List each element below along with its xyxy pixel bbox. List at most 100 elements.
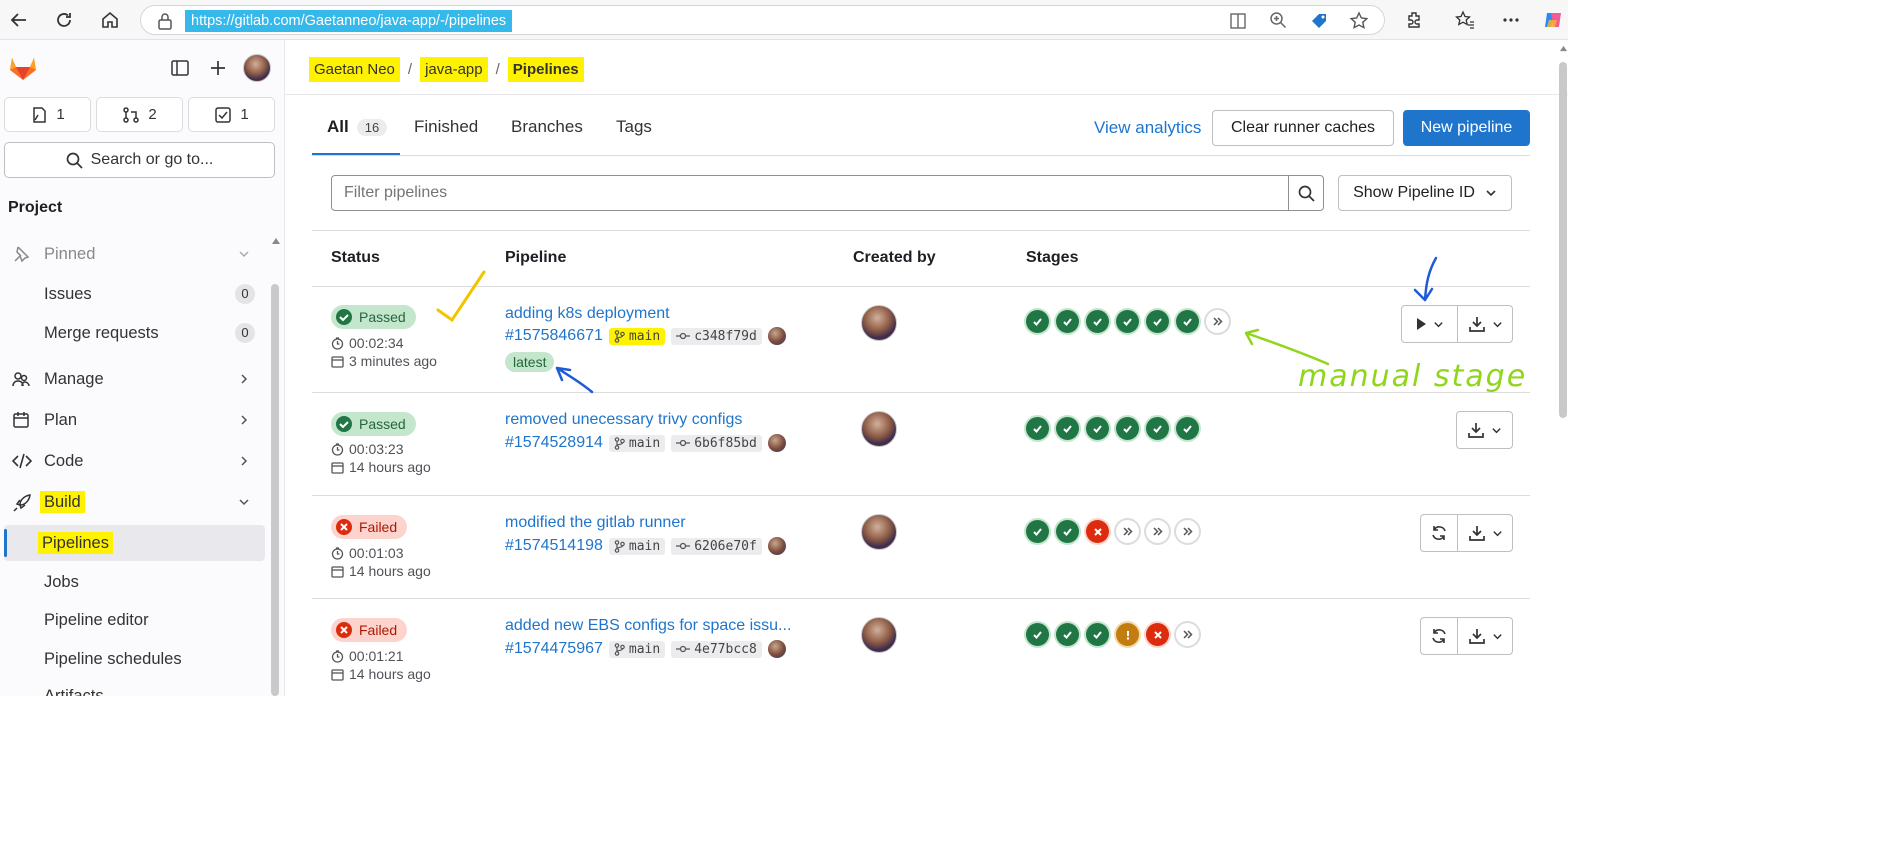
breadcrumb-item[interactable]: Gaetan Neo xyxy=(309,56,400,82)
stage-success-icon[interactable] xyxy=(1026,520,1049,543)
address-bar[interactable]: https://gitlab.com/Gaetanneo/java-app/-/… xyxy=(140,5,1385,35)
favorite-icon[interactable] xyxy=(1349,11,1369,31)
created-by-avatar[interactable] xyxy=(861,411,897,447)
status-badge[interactable]: Failed xyxy=(331,515,408,539)
tab-finished[interactable]: Finished xyxy=(414,117,478,137)
created-by-avatar[interactable] xyxy=(861,514,897,550)
stage-skipped-icon[interactable] xyxy=(1176,520,1199,543)
new-pipeline-button[interactable]: New pipeline xyxy=(1403,110,1530,146)
tab-all[interactable]: All 16 xyxy=(327,117,388,137)
branch-chip[interactable]: main xyxy=(608,537,666,555)
sidebar-item-build[interactable]: Build xyxy=(0,484,265,520)
commit-title-link[interactable]: adding k8s deployment xyxy=(505,305,670,323)
download-artifacts-dropdown[interactable] xyxy=(1457,412,1512,448)
stage-success-icon[interactable] xyxy=(1056,623,1079,646)
assigned-issues-button[interactable]: 1 xyxy=(4,97,91,132)
filter-pipelines-input[interactable] xyxy=(331,175,1289,211)
create-new-icon[interactable] xyxy=(208,58,228,78)
stage-success-icon[interactable] xyxy=(1116,310,1139,333)
branch-chip[interactable]: main xyxy=(608,640,666,658)
sidebar-item-manage[interactable]: Manage xyxy=(0,361,265,397)
commit-author-avatar[interactable] xyxy=(767,434,786,452)
stage-success-icon[interactable] xyxy=(1056,310,1079,333)
stage-failed-icon[interactable] xyxy=(1146,623,1169,646)
coupon-icon[interactable] xyxy=(1309,11,1329,31)
download-artifacts-dropdown[interactable] xyxy=(1457,515,1512,551)
favorites-list-icon[interactable] xyxy=(1452,7,1478,33)
search-button[interactable]: Search or go to... xyxy=(4,142,275,178)
stage-skipped-icon[interactable] xyxy=(1176,623,1199,646)
stage-success-icon[interactable] xyxy=(1026,417,1049,440)
status-badge[interactable]: Failed xyxy=(331,618,408,642)
sidebar-item-jobs[interactable]: Jobs xyxy=(0,564,265,600)
url-text[interactable]: https://gitlab.com/Gaetanneo/java-app/-/… xyxy=(185,10,513,32)
stage-success-icon[interactable] xyxy=(1086,623,1109,646)
split-screen-icon[interactable] xyxy=(1229,12,1247,30)
sidebar-item-code[interactable]: Code xyxy=(0,443,265,479)
stage-success-icon[interactable] xyxy=(1026,623,1049,646)
stage-success-icon[interactable] xyxy=(1116,417,1139,440)
page-scrollbar[interactable] xyxy=(1559,62,1567,418)
commit-title-link[interactable]: modified the gitlab runner xyxy=(505,514,686,532)
run-manual-job-dropdown[interactable] xyxy=(1402,306,1457,342)
more-options-icon[interactable] xyxy=(1498,7,1524,33)
gitlab-logo-icon[interactable] xyxy=(8,53,38,81)
sidebar-item-pipeline-schedules[interactable]: Pipeline schedules xyxy=(0,641,265,677)
stage-success-icon[interactable] xyxy=(1056,520,1079,543)
extensions-icon[interactable] xyxy=(1402,7,1428,33)
stage-warning-icon[interactable] xyxy=(1116,623,1139,646)
merge-requests-button[interactable]: 2 xyxy=(96,97,183,132)
stage-success-icon[interactable] xyxy=(1146,310,1169,333)
home-icon[interactable] xyxy=(97,7,123,33)
created-by-avatar[interactable] xyxy=(861,305,897,341)
sidebar-item-pipeline-editor[interactable]: Pipeline editor xyxy=(0,602,265,638)
sidebar-item-merge-requests[interactable]: Merge requests 0 xyxy=(0,315,265,351)
status-badge[interactable]: Passed xyxy=(331,305,416,329)
stage-success-icon[interactable] xyxy=(1086,310,1109,333)
sidebar-item-pinned[interactable]: Pinned xyxy=(0,236,265,272)
copilot-icon[interactable] xyxy=(1540,7,1566,33)
created-by-avatar[interactable] xyxy=(861,617,897,653)
stage-success-icon[interactable] xyxy=(1176,417,1199,440)
commit-author-avatar[interactable] xyxy=(767,640,786,658)
commit-chip[interactable]: 6206e70f xyxy=(671,537,762,555)
retry-button[interactable] xyxy=(1421,515,1457,551)
todos-button[interactable]: 1 xyxy=(188,97,275,132)
show-pipeline-id-dropdown[interactable]: Show Pipeline ID xyxy=(1338,175,1512,211)
zoom-icon[interactable] xyxy=(1269,11,1287,29)
pipeline-id-link[interactable]: #1575846671 xyxy=(505,327,603,345)
sidebar-item-issues[interactable]: Issues 0 xyxy=(0,276,265,312)
tab-branches[interactable]: Branches xyxy=(511,117,583,137)
commit-author-avatar[interactable] xyxy=(767,327,786,345)
stage-success-icon[interactable] xyxy=(1176,310,1199,333)
pipeline-id-link[interactable]: #1574475967 xyxy=(505,640,603,658)
tab-tags[interactable]: Tags xyxy=(616,117,652,137)
scroll-up-icon[interactable] xyxy=(271,237,281,245)
scroll-up-icon[interactable] xyxy=(1559,45,1568,52)
stage-failed-icon[interactable] xyxy=(1086,520,1109,543)
clear-runner-caches-button[interactable]: Clear runner caches xyxy=(1212,110,1394,146)
stage-success-icon[interactable] xyxy=(1146,417,1169,440)
pipeline-id-link[interactable]: #1574514198 xyxy=(505,537,603,555)
view-analytics-link[interactable]: View analytics xyxy=(1094,118,1201,138)
download-artifacts-dropdown[interactable] xyxy=(1457,618,1512,654)
back-icon[interactable] xyxy=(6,7,32,33)
refresh-icon[interactable] xyxy=(51,7,77,33)
filter-search-button[interactable] xyxy=(1288,175,1324,211)
stage-success-icon[interactable] xyxy=(1056,417,1079,440)
commit-chip[interactable]: 4e77bcc8 xyxy=(671,640,762,658)
status-badge[interactable]: Passed xyxy=(331,412,416,436)
stage-skipped-icon[interactable] xyxy=(1146,520,1169,543)
sidebar-item-artifacts[interactable]: Artifacts xyxy=(0,678,265,697)
stage-skipped-icon[interactable] xyxy=(1206,310,1229,333)
stage-success-icon[interactable] xyxy=(1026,310,1049,333)
stage-success-icon[interactable] xyxy=(1086,417,1109,440)
sidebar-item-plan[interactable]: Plan xyxy=(0,402,265,438)
commit-chip[interactable]: c348f79d xyxy=(671,327,762,345)
branch-chip[interactable]: main xyxy=(608,434,666,452)
sidebar-item-pipelines[interactable]: Pipelines xyxy=(4,525,265,561)
toggle-sidebar-icon[interactable] xyxy=(170,58,190,78)
breadcrumb-current[interactable]: Pipelines xyxy=(507,56,584,82)
retry-button[interactable] xyxy=(1421,618,1457,654)
commit-title-link[interactable]: removed unecessary trivy configs xyxy=(505,411,742,429)
